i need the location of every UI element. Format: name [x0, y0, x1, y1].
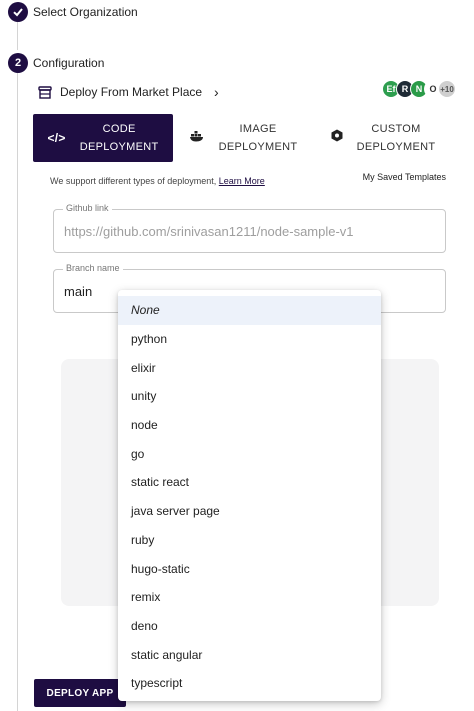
tab-label-line2: DEPLOYMENT: [356, 141, 436, 153]
tab-label-line1: IMAGE: [239, 123, 277, 135]
chevron-right-icon: ›: [214, 84, 219, 100]
code-icon: </>: [47, 131, 66, 145]
github-link-field[interactable]: Github link https://github.com/srinivasa…: [53, 203, 446, 253]
github-link-label: Github link: [63, 203, 112, 213]
branch-name-value: main: [64, 284, 93, 299]
step-label-configuration[interactable]: Configuration: [33, 56, 104, 70]
dropdown-option[interactable]: unity: [118, 382, 381, 411]
stepper-line: [17, 73, 18, 711]
framework-logos: Ef R N O +10: [382, 80, 456, 98]
support-text: We support different types of deployment…: [50, 176, 265, 186]
dropdown-option[interactable]: java server page: [118, 497, 381, 526]
dropdown-option[interactable]: elixir: [118, 353, 381, 382]
learn-more-link[interactable]: Learn More: [219, 176, 265, 186]
dropdown-option[interactable]: node: [118, 411, 381, 440]
dropdown-option[interactable]: go: [118, 439, 381, 468]
tab-label-line2: DEPLOYMENT: [218, 141, 298, 153]
step-number: 2: [8, 53, 28, 73]
step-complete-check-icon: [8, 2, 28, 22]
github-link-value: https://github.com/srinivasan1211/node-s…: [64, 224, 354, 239]
support-text-body: We support different types of deployment…: [50, 176, 217, 186]
more-logos-count: +10: [438, 80, 456, 98]
dropdown-option[interactable]: static react: [118, 468, 381, 497]
store-icon: [38, 85, 52, 99]
branch-name-label: Branch name: [63, 263, 123, 273]
tab-image-deployment[interactable]: IMAGE DEPLOYMENT: [173, 114, 313, 162]
tab-label-line1: CUSTOM: [371, 123, 421, 135]
step-label-select-organization[interactable]: Select Organization: [33, 5, 138, 19]
docker-icon: [189, 129, 205, 147]
hexagon-icon: [331, 129, 343, 147]
tab-label-line2: DEPLOYMENT: [79, 141, 159, 153]
marketplace-label: Deploy From Market Place: [60, 85, 203, 99]
tab-label-line1: CODE: [102, 123, 136, 135]
deploy-app-button[interactable]: DEPLOY APP: [34, 679, 126, 707]
stepper-line: [17, 22, 18, 50]
deployment-type-tabs: </> CODE DEPLOYMENT IMAGE DEPLOYMENT CUSTO…: [33, 114, 453, 162]
dropdown-option[interactable]: ruby: [118, 526, 381, 555]
dropdown-option[interactable]: hugo-static: [118, 554, 381, 583]
dropdown-option[interactable]: None: [118, 296, 381, 325]
tab-custom-deployment[interactable]: CUSTOM DEPLOYMENT: [313, 114, 453, 162]
my-saved-templates-link[interactable]: My Saved Templates: [363, 172, 446, 182]
dropdown-option[interactable]: static angular: [118, 640, 381, 669]
tab-code-deployment[interactable]: </> CODE DEPLOYMENT: [33, 114, 173, 162]
dropdown-option[interactable]: python: [118, 325, 381, 354]
dropdown-option[interactable]: deno: [118, 612, 381, 641]
deploy-from-marketplace-link[interactable]: Deploy From Market Place ›: [38, 84, 219, 100]
branch-options-dropdown: None python elixir unity node go static …: [118, 290, 381, 701]
dropdown-option[interactable]: remix: [118, 583, 381, 612]
dropdown-option[interactable]: typescript: [118, 669, 381, 698]
